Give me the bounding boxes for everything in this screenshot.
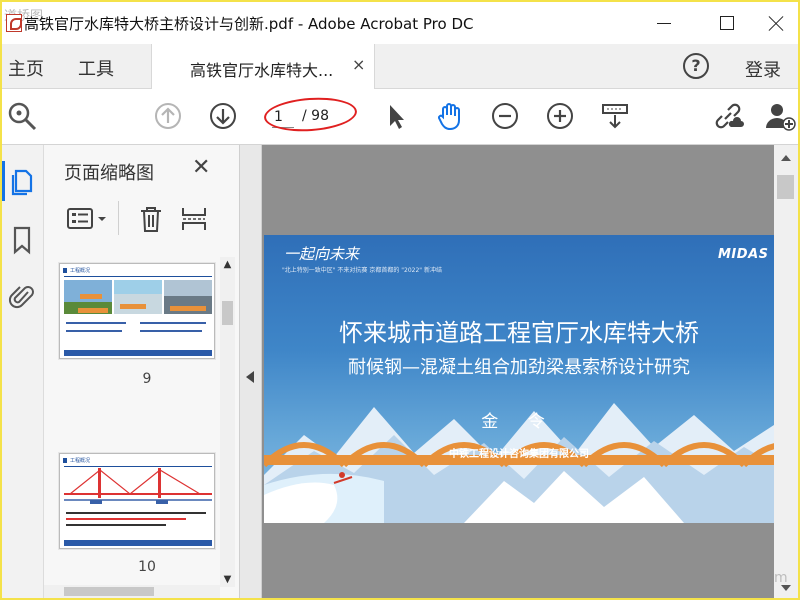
- thumbnails-scrollbar[interactable]: ▲ ▼: [220, 257, 235, 587]
- panel-close-button[interactable]: ✕: [192, 155, 210, 180]
- thumbnail-options-icon[interactable]: [66, 205, 110, 237]
- panel-toolbar: [64, 201, 240, 241]
- document-page: 一起向未来 "北上特别一致中区" 不来对抗赛 京都首都的 "2022" 新冲结 …: [264, 235, 774, 523]
- prev-page-icon[interactable]: [152, 100, 184, 132]
- insert-page-icon[interactable]: [180, 205, 208, 237]
- delete-page-icon[interactable]: [138, 205, 164, 237]
- thumbnail-9-header: 工程概况: [70, 268, 91, 274]
- active-indicator: [2, 161, 5, 201]
- menu-bar: 主页 工具 高铁官厅水库特大... × ? 登录: [2, 44, 798, 89]
- title-bar: 道桥图 高铁官厅水库特大桥主桥设计与创新.pdf - Adobe Acrobat…: [2, 2, 798, 44]
- scrollbar-thumb[interactable]: [222, 301, 233, 325]
- slide-subtitle: 耐候钢—混凝土组合加劲梁悬索桥设计研究: [348, 357, 690, 378]
- page-number-input[interactable]: [272, 106, 294, 128]
- search-icon[interactable]: [6, 100, 38, 132]
- toolbar: / 98: [2, 89, 798, 145]
- scroll-up-icon[interactable]: ▲: [220, 257, 235, 272]
- select-cursor-icon[interactable]: [380, 100, 412, 132]
- login-button[interactable]: 登录: [745, 56, 781, 82]
- document-tab-label: 高铁官厅水库特大...: [190, 61, 334, 80]
- midas-logo: MIDAS: [718, 247, 769, 262]
- slide-title: 怀来城市道路工程官厅水库特大桥: [339, 319, 699, 347]
- next-page-icon[interactable]: [207, 100, 239, 132]
- page-thumbnails-icon[interactable]: [8, 167, 36, 197]
- menu-tools[interactable]: 工具: [78, 55, 114, 81]
- document-scrollbar[interactable]: [774, 145, 798, 598]
- acrobat-window: 道桥图 高铁官厅水库特大桥主桥设计与创新.pdf - Adobe Acrobat…: [2, 2, 798, 598]
- document-tab[interactable]: 高铁官厅水库特大... ×: [151, 44, 375, 89]
- help-icon[interactable]: ?: [683, 53, 709, 79]
- document-tab-close-button[interactable]: ×: [352, 55, 365, 74]
- maximize-button[interactable]: [712, 10, 742, 36]
- thumbnails-panel: 页面缩略图 ✕ 工程概况 9 工程概况 10 ▲ ▼: [44, 145, 240, 598]
- attachment-icon[interactable]: [8, 281, 36, 311]
- menu-home[interactable]: 主页: [8, 55, 44, 81]
- slide-slogan: "北上特别一致中区" 不来对抗赛 京都首都的 "2022" 新冲结: [282, 267, 442, 274]
- left-navigation-rail: [2, 145, 44, 598]
- thumbnails-horizontal-scrollbar[interactable]: [44, 585, 220, 598]
- page-thumbnail-10[interactable]: 工程概况: [59, 453, 215, 549]
- add-user-icon[interactable]: [764, 100, 796, 132]
- page-total: / 98: [302, 108, 329, 124]
- bookmark-icon[interactable]: [8, 225, 36, 255]
- doc-scroll-up-icon[interactable]: [781, 155, 791, 161]
- share-link-icon[interactable]: [712, 100, 744, 132]
- zoom-out-icon[interactable]: [489, 100, 521, 132]
- page-thumbnail-9[interactable]: 工程概况: [59, 263, 215, 359]
- horizontal-scrollbar-thumb[interactable]: [64, 587, 154, 596]
- hand-tool-icon[interactable]: [434, 100, 466, 132]
- page-display-icon[interactable]: [599, 100, 631, 132]
- thumbnail-page-number: 10: [138, 559, 156, 575]
- zoom-in-icon[interactable]: [544, 100, 576, 132]
- corner-watermark: m: [774, 570, 788, 586]
- document-view[interactable]: 一起向未来 "北上特别一致中区" 不来对抗赛 京都首都的 "2022" 新冲结 …: [262, 145, 798, 598]
- panel-title: 页面缩略图: [64, 163, 154, 184]
- panel-collapse-strip[interactable]: [240, 145, 262, 598]
- panel-toolbar-divider: [118, 201, 119, 235]
- slide-organization: 中铁工程设计咨询集团有限公司: [449, 449, 589, 460]
- close-window-button[interactable]: [762, 10, 792, 36]
- collapse-arrow-icon[interactable]: [246, 371, 254, 383]
- acrobat-app-icon: [6, 14, 22, 32]
- window-title: 高铁官厅水库特大桥主桥设计与创新.pdf - Adobe Acrobat Pro…: [24, 15, 474, 33]
- slide-author: 金 令: [481, 412, 557, 432]
- doc-scrollbar-thumb[interactable]: [777, 175, 794, 199]
- thumbnail-10-header: 工程概况: [70, 458, 91, 464]
- scroll-down-icon[interactable]: ▼: [220, 572, 235, 587]
- slide-brand-text: 一起向未来: [284, 245, 360, 263]
- minimize-button[interactable]: [650, 10, 680, 36]
- thumbnail-page-number: 9: [142, 371, 152, 387]
